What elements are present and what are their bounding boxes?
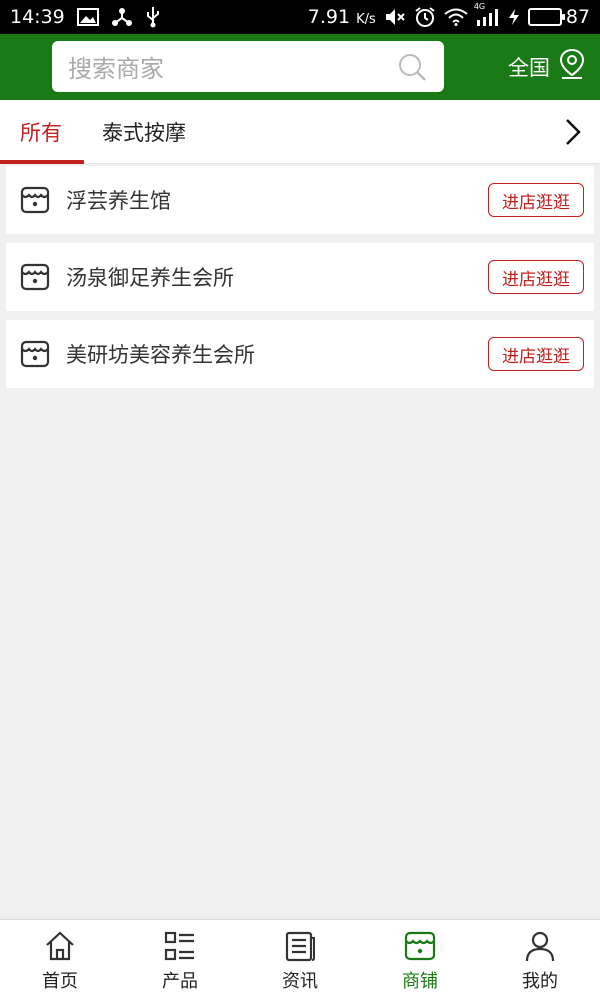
signal-icon: 4G	[474, 2, 500, 26]
nav-products-label: 产品	[162, 971, 198, 992]
grid-list-icon	[163, 929, 197, 963]
charging-icon	[508, 8, 520, 26]
battery-level: 87	[565, 6, 590, 28]
list-item[interactable]: 汤泉御足养生会所 进店逛逛	[6, 243, 594, 311]
user-icon	[523, 929, 557, 963]
shop-name: 汤泉御足养生会所	[66, 266, 234, 290]
shop-icon	[20, 262, 50, 292]
nav-products[interactable]: 产品	[120, 920, 240, 1000]
shop-icon	[20, 339, 50, 369]
home-icon	[43, 929, 77, 963]
search-placeholder: 搜索商家	[68, 55, 164, 83]
wifi-icon	[444, 8, 468, 26]
category-tabs: 所有 泰式按摩	[0, 100, 600, 164]
nav-profile-label: 我的	[522, 971, 558, 992]
shop-icon	[403, 929, 437, 963]
tab-all[interactable]: 所有	[0, 100, 84, 164]
visit-shop-button[interactable]: 进店逛逛	[488, 260, 584, 294]
nav-news[interactable]: 资讯	[240, 920, 360, 1000]
nav-shops-label: 商铺	[402, 971, 438, 992]
list-item[interactable]: 浮芸养生馆 进店逛逛	[6, 166, 594, 234]
status-time: 14:39	[10, 6, 65, 28]
visit-shop-button[interactable]: 进店逛逛	[488, 183, 584, 217]
shop-name: 浮芸养生馆	[66, 189, 171, 213]
screenshot-icon	[76, 8, 99, 26]
shop-icon	[20, 185, 50, 215]
list-item[interactable]: 美研坊美容养生会所 进店逛逛	[6, 320, 594, 388]
region-selector[interactable]: 全国	[508, 48, 586, 85]
status-bar: 14:39 7.91 K/s 4G 87	[0, 0, 600, 34]
region-label: 全国	[508, 55, 550, 80]
nav-news-label: 资讯	[282, 971, 318, 992]
alarm-icon	[414, 6, 436, 28]
bottom-nav: 首页 产品 资讯 商铺 我的	[0, 919, 600, 1000]
nav-home[interactable]: 首页	[0, 920, 120, 1000]
visit-shop-button[interactable]: 进店逛逛	[488, 337, 584, 371]
nav-shops[interactable]: 商铺	[360, 920, 480, 1000]
mute-icon	[384, 7, 406, 27]
shop-name: 美研坊美容养生会所	[66, 343, 255, 367]
news-icon	[283, 929, 317, 963]
location-pin-icon	[558, 48, 586, 85]
share-icon	[111, 7, 133, 27]
header-bar: 搜索商家 全国	[0, 34, 600, 100]
usb-icon	[145, 6, 161, 28]
nav-profile[interactable]: 我的	[480, 920, 600, 1000]
search-input[interactable]: 搜索商家	[52, 41, 444, 92]
tab-thai-massage[interactable]: 泰式按摩	[82, 100, 206, 164]
chevron-right-icon[interactable]	[558, 116, 588, 148]
shop-list: 浮芸养生馆 进店逛逛 汤泉御足养生会所 进店逛逛 美研坊美容养生会所 进店逛逛	[6, 166, 594, 397]
search-icon[interactable]	[396, 51, 428, 83]
nav-home-label: 首页	[42, 971, 78, 992]
battery-indicator: 87	[527, 6, 590, 28]
net-speed: 7.91 K/s	[307, 6, 376, 28]
